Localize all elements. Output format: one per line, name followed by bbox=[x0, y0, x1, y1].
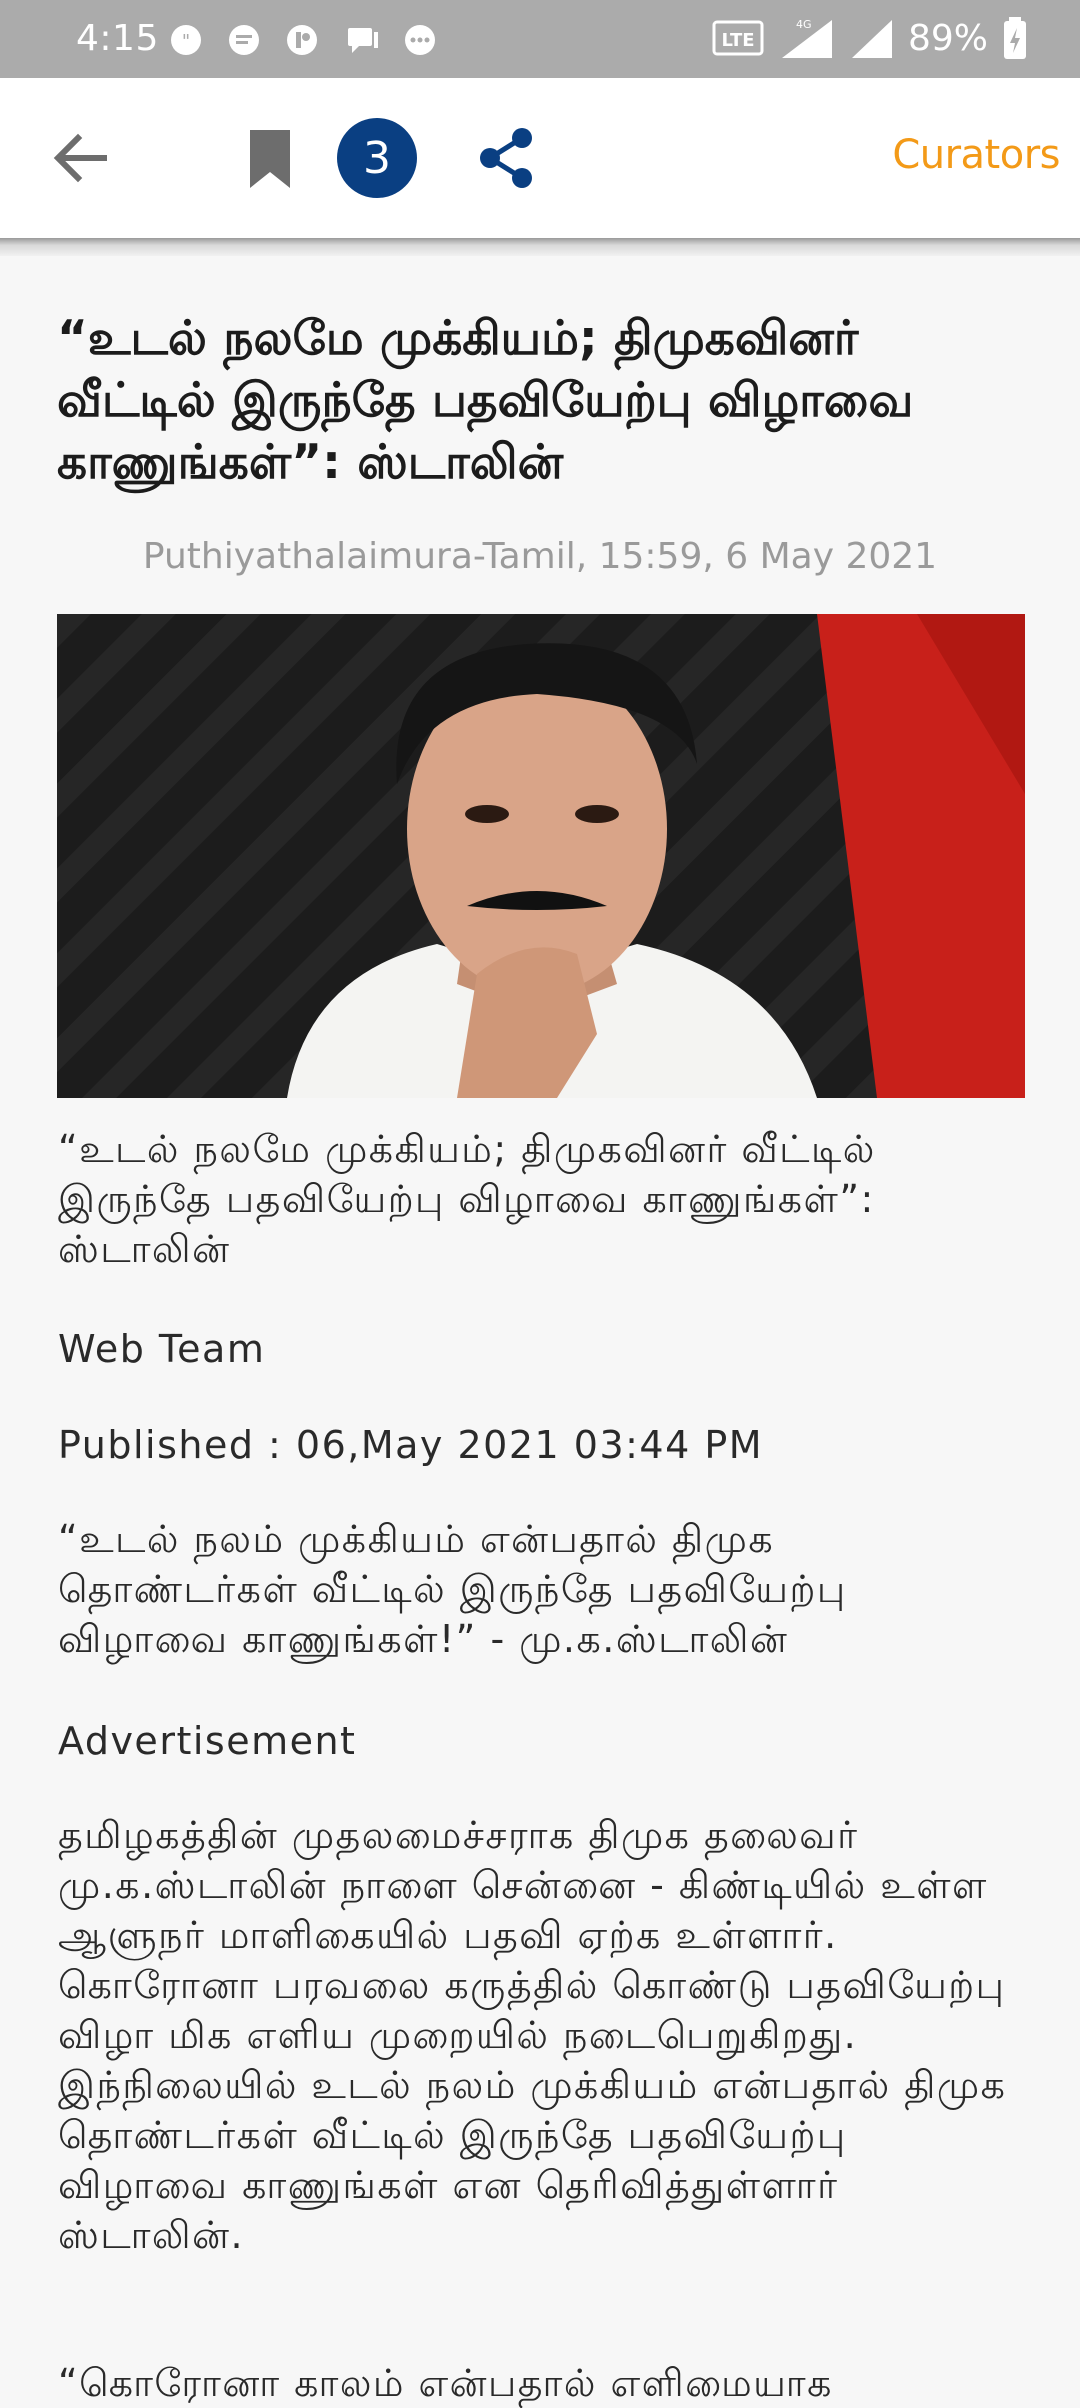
app-bar-shadow bbox=[0, 238, 1080, 256]
app-bar: 3 Curators bbox=[0, 78, 1080, 238]
battery-percent: 89% bbox=[907, 17, 988, 59]
status-time: 4:15 bbox=[76, 18, 159, 59]
bookmark-button[interactable] bbox=[246, 128, 294, 190]
back-button[interactable] bbox=[50, 130, 110, 186]
article-quote: “உடல் நலம் முக்கியம் என்பதால் திமுக தொண்… bbox=[58, 1517, 847, 1661]
bookmark-icon bbox=[250, 130, 290, 188]
svg-text:": " bbox=[182, 31, 190, 52]
chat-notification-icon bbox=[226, 22, 262, 58]
advertisement-label: Advertisement bbox=[58, 1719, 357, 1763]
publish-date: Published : 06,May 2021 03:44 PM bbox=[58, 1423, 764, 1467]
message-notification-icon bbox=[344, 22, 380, 58]
article-headline: “உடல் நலமே முக்கியம்; திமுகவினர் வீட்டில… bbox=[57, 311, 914, 490]
article-hero-image[interactable] bbox=[57, 614, 1025, 1098]
more-notification-icon bbox=[402, 22, 438, 58]
portrait-photo bbox=[57, 614, 1025, 1098]
svg-text:4G: 4G bbox=[796, 18, 812, 31]
curators-link[interactable]: Curators bbox=[892, 132, 1060, 178]
arrow-left-icon bbox=[53, 133, 107, 183]
battery-icon bbox=[1002, 16, 1028, 60]
article-paragraph: தமிழகத்தின் முதலமைச்சராக திமுக தலைவர் மு… bbox=[58, 1813, 1007, 2257]
quote-notification-icon: " bbox=[168, 22, 204, 58]
share-icon bbox=[480, 128, 532, 188]
signal-icon bbox=[850, 16, 894, 60]
app-notification-icon bbox=[284, 22, 320, 58]
signal-4g-icon: 4G bbox=[778, 16, 836, 60]
image-caption: “உடல் நலமே முக்கியம்; திமுகவினர் வீட்டில… bbox=[58, 1127, 876, 1271]
article-source: Puthiyathalaimura-Tamil, 15:59, 6 May 20… bbox=[142, 536, 938, 577]
count-badge[interactable]: 3 bbox=[337, 118, 417, 198]
share-button[interactable] bbox=[476, 126, 536, 190]
volte-icon: LTE bbox=[712, 18, 764, 58]
article-next-line: “கொரோனா காலம் என்பதால் எளிமையாக bbox=[58, 2361, 833, 2405]
article-author: Web Team bbox=[58, 1327, 266, 1371]
status-bar: 4:15 " LTE 4G 89% bbox=[0, 0, 1080, 78]
svg-text:LTE: LTE bbox=[721, 30, 754, 51]
status-right: LTE 4G 89% bbox=[712, 16, 1028, 60]
